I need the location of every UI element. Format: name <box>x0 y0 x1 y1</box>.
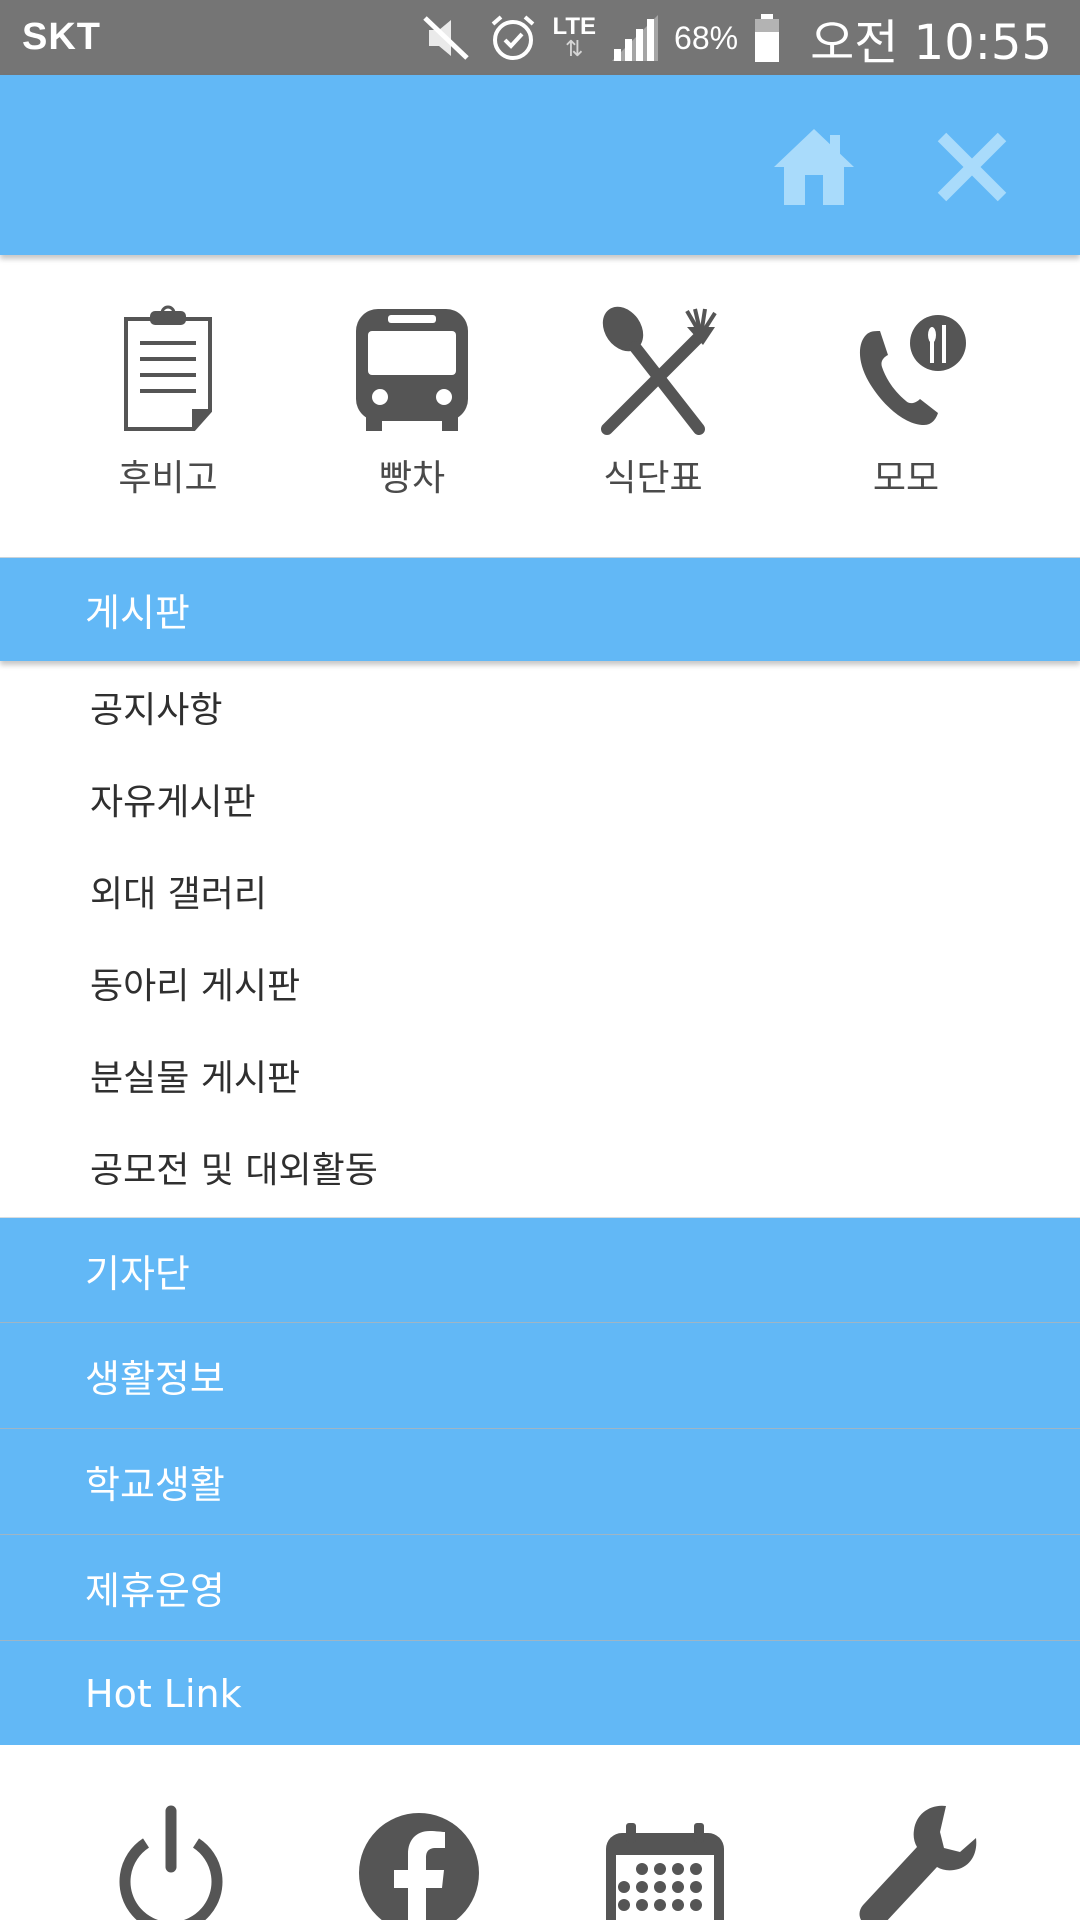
battery-icon <box>755 14 780 62</box>
board-sub-list: 공지사항 자유게시판 외대 갤러리 동아리 게시판 분실물 게시판 공모전 및 … <box>0 661 1080 1217</box>
section-partnership[interactable]: 제휴운영 <box>0 1535 1080 1641</box>
quick-link-label: 식단표 <box>603 458 703 499</box>
list-item-label: 자유게시판 <box>90 782 256 823</box>
bottom-actions <box>0 1745 1080 1920</box>
lte-icon: LTE ⇅ <box>553 15 597 61</box>
alarm-icon <box>491 15 534 60</box>
app-header <box>0 75 1080 255</box>
calendar-icon[interactable] <box>600 1821 730 1920</box>
phone-restaurant-icon <box>859 315 966 425</box>
board-item-club[interactable]: 동아리 게시판 <box>0 937 1080 1029</box>
section-title: 기자단 <box>85 1251 190 1296</box>
section-school-life[interactable]: 학교생활 <box>0 1429 1080 1535</box>
section-header-board[interactable]: 게시판 <box>0 557 1080 661</box>
list-item-label: 외대 갤러리 <box>90 874 268 915</box>
quick-link-label: 후비고 <box>118 458 218 499</box>
quick-link-label: 모모 <box>872 458 940 499</box>
quick-link-bbangcha[interactable]: 빵차 <box>312 305 512 515</box>
power-icon[interactable] <box>106 1805 236 1920</box>
section-title: Hot Link <box>85 1672 242 1716</box>
carrier-label: SKT <box>22 16 101 58</box>
section-hot-link[interactable]: Hot Link <box>0 1641 1080 1747</box>
utensils-icon <box>601 306 717 435</box>
section-title: 학교생활 <box>85 1463 225 1507</box>
section-life-info[interactable]: 생활정보 <box>0 1323 1080 1429</box>
list-item-label: 동아리 게시판 <box>90 966 301 1007</box>
board-item-lost-found[interactable]: 분실물 게시판 <box>0 1029 1080 1121</box>
quick-link-menu[interactable]: 식단표 <box>553 305 753 515</box>
quick-links: 후비고 빵차 식단표 모모 <box>0 255 1080 555</box>
lte-label: LTE <box>552 13 597 40</box>
board-item-notice[interactable]: 공지사항 <box>0 661 1080 753</box>
board-item-contest[interactable]: 공모전 및 대외활동 <box>0 1121 1080 1213</box>
section-reporters[interactable]: 기자단 <box>0 1217 1080 1323</box>
home-icon[interactable] <box>772 125 856 209</box>
list-item-label: 공모전 및 대외활동 <box>90 1150 378 1191</box>
quick-link-label: 빵차 <box>378 458 446 499</box>
list-item-label: 공지사항 <box>90 690 223 731</box>
list-item-label: 분실물 게시판 <box>90 1058 301 1099</box>
mute-icon <box>422 16 469 60</box>
close-icon[interactable] <box>932 127 1012 207</box>
section-title: 생활정보 <box>85 1357 225 1401</box>
section-title: 제휴운영 <box>85 1569 225 1613</box>
quick-link-hubigo[interactable]: 후비고 <box>68 305 268 515</box>
facebook-icon[interactable] <box>354 1808 484 1920</box>
data-arrows-icon: ⇅ <box>565 37 584 62</box>
board-item-gallery[interactable]: 외대 갤러리 <box>0 845 1080 937</box>
section-title: 게시판 <box>85 591 190 635</box>
wrench-icon[interactable] <box>850 1800 980 1920</box>
status-icons: LTE ⇅ 68% 오전 10:55 <box>421 6 1052 71</box>
battery-percent: 68% <box>674 19 739 56</box>
section-list: 기자단 생활정보 학교생활 제휴운영 Hot Link <box>0 1217 1080 1747</box>
clipboard-icon <box>124 305 212 431</box>
status-bar: SKT LTE ⇅ 68% 오전 10:55 <box>0 0 1080 75</box>
bus-icon <box>356 309 468 431</box>
quick-link-momo[interactable]: 모모 <box>806 305 1006 515</box>
board-item-free[interactable]: 자유게시판 <box>0 753 1080 845</box>
clock: 오전 10:55 <box>810 15 1052 71</box>
signal-icon <box>612 15 659 61</box>
